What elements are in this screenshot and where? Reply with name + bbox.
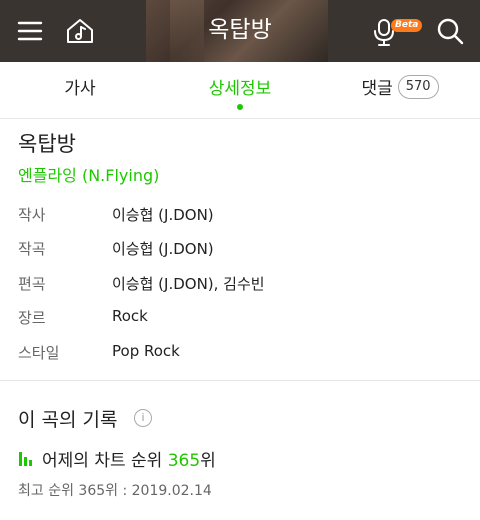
detail-value: 이승협 (J.DON), 김수빈: [112, 275, 265, 293]
detail-row-genre: 장르 Rock: [0, 307, 480, 341]
song-title: 옥탑방: [18, 132, 76, 156]
chart-bars-icon: [18, 448, 36, 471]
detail-row-style: 스타일 Pop Rock: [0, 342, 480, 376]
top-bar: 옥탑방 Beta: [0, 0, 480, 62]
detail-value: Pop Rock: [112, 342, 180, 360]
album-art-background: [146, 0, 328, 62]
active-tab-indicator: [237, 104, 243, 110]
detail-label: 편곡: [18, 275, 46, 293]
detail-value: 이승협 (J.DON): [112, 206, 214, 224]
info-icon[interactable]: i: [134, 409, 152, 427]
chart-rank-suffix: 위: [200, 451, 216, 471]
tab-lyrics-label: 가사: [64, 79, 96, 99]
artist-link[interactable]: 엔플라잉 (N.Flying): [18, 162, 159, 186]
tab-details-label: 상세정보: [208, 79, 272, 99]
search-icon[interactable]: [432, 13, 468, 49]
tab-comments[interactable]: 댓글 570: [350, 62, 450, 118]
comment-count-badge: 570: [397, 75, 439, 99]
chart-rank-value: 365: [167, 451, 201, 471]
detail-value: Rock: [112, 307, 148, 325]
section-divider: [0, 380, 480, 381]
record-section-title: 이 곡의 기록: [18, 409, 118, 431]
detail-label: 작사: [18, 206, 46, 224]
best-rank-text: 최고 순위 365위 : 2019.02.14: [18, 483, 212, 499]
detail-row-composer: 작곡 이승협 (J.DON): [0, 238, 480, 272]
tab-lyrics[interactable]: 가사: [40, 62, 120, 118]
chart-rank-line: 어제의 차트 순위 365위: [18, 446, 216, 473]
chart-rank-prefix: 어제의 차트 순위: [42, 451, 163, 471]
detail-label: 작곡: [18, 240, 46, 258]
tab-bar: 가사 상세정보 댓글 570: [0, 62, 480, 119]
tab-details[interactable]: 상세정보: [190, 62, 290, 118]
home-music-icon[interactable]: [62, 13, 98, 49]
detail-row-lyricist: 작사 이승협 (J.DON): [0, 204, 480, 238]
detail-label: 스타일: [18, 344, 60, 362]
detail-value: 이승협 (J.DON): [112, 240, 214, 258]
tab-comments-label: 댓글: [361, 79, 393, 99]
detail-row-arranger: 편곡 이승협 (J.DON), 김수빈: [0, 273, 480, 307]
detail-label: 장르: [18, 309, 46, 327]
beta-badge: Beta: [391, 19, 423, 32]
menu-icon[interactable]: [12, 13, 48, 49]
